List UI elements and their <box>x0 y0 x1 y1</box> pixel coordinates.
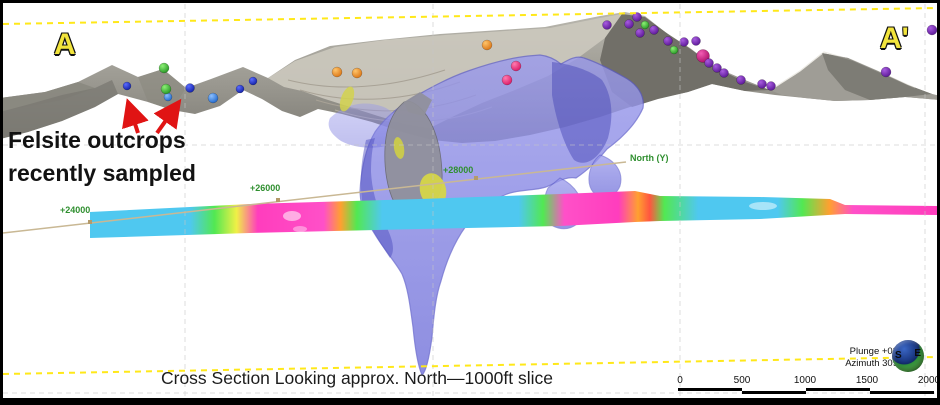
sample-sphere-purple <box>705 59 714 68</box>
sample-sphere-lightblue <box>208 93 218 103</box>
viewport-border-left <box>0 0 3 405</box>
sample-sphere-blue <box>123 82 131 90</box>
sample-sphere-purple <box>758 80 767 89</box>
sample-sphere-purple <box>650 26 659 35</box>
felsite-annotation-line1: Felsite outcrops <box>8 124 196 157</box>
sample-sphere-pink <box>502 75 512 85</box>
axis-tick-28000: +28000 <box>443 165 473 175</box>
sample-sphere-orange <box>332 67 342 77</box>
sample-sphere-green <box>641 21 649 29</box>
sample-sphere-orange <box>352 68 362 78</box>
axis-tick-26000: +26000 <box>250 183 280 193</box>
section-marker-a-prime: A' <box>880 24 909 54</box>
sample-sphere-purple <box>927 25 937 35</box>
sample-sphere-blue <box>186 84 195 93</box>
sample-sphere-purple <box>603 21 612 30</box>
sample-sphere-purple <box>881 67 891 77</box>
scale-tick-0: 0 <box>677 375 683 386</box>
sample-sphere-purple <box>737 76 746 85</box>
sample-sphere-green <box>161 84 171 94</box>
plunge-value: Plunge +08 <box>795 346 898 358</box>
sample-sphere-purple <box>625 20 634 29</box>
viewport-border-bottom <box>0 398 940 405</box>
sample-sphere-blue <box>236 85 244 93</box>
cross-section-viewport[interactable]: A A' Felsite outcrops recently sampled +… <box>0 0 940 405</box>
scale-bar: 0 500 1000 1500 2000 <box>678 375 934 394</box>
axis-label-north-y: North (Y) <box>630 153 669 163</box>
scale-tick-1000: 1000 <box>794 375 816 386</box>
sample-sphere-blue <box>249 77 257 85</box>
globe-east-label: E <box>914 348 921 359</box>
scale-tick-500: 500 <box>734 375 751 386</box>
orientation-globe-icon[interactable]: S E <box>892 340 924 372</box>
felsite-annotation: Felsite outcrops recently sampled <box>8 124 196 190</box>
section-caption: Cross Section Looking approx. North—1000… <box>117 368 597 389</box>
section-scene <box>0 0 940 405</box>
globe-south-label: S <box>895 350 902 361</box>
sample-sphere-green <box>159 63 169 73</box>
scale-bar-segments <box>678 387 934 394</box>
view-orientation-info: Plunge +08 Azimuth 309 <box>795 346 898 370</box>
sample-sphere-orange <box>482 40 492 50</box>
geophysics-slice <box>90 191 937 238</box>
sample-sphere-purple <box>664 37 673 46</box>
azimuth-value: Azimuth 309 <box>795 358 898 370</box>
viewport-border-top <box>0 0 940 3</box>
sample-sphere-pink <box>511 61 521 71</box>
sample-sphere-lightblue <box>164 93 172 101</box>
scale-bar-tick-labels: 0 500 1000 1500 2000 <box>678 375 934 386</box>
sample-sphere-green <box>670 46 678 54</box>
sample-sphere-purple <box>692 37 701 46</box>
axis-tick-24000: +24000 <box>60 205 90 215</box>
section-marker-a: A <box>54 30 76 60</box>
sample-sphere-purple <box>636 29 645 38</box>
sample-sphere-purple <box>680 38 689 47</box>
sample-sphere-purple <box>767 82 776 91</box>
scale-tick-1500: 1500 <box>856 375 878 386</box>
sample-sphere-purple <box>720 69 729 78</box>
felsite-annotation-line2: recently sampled <box>8 157 196 190</box>
